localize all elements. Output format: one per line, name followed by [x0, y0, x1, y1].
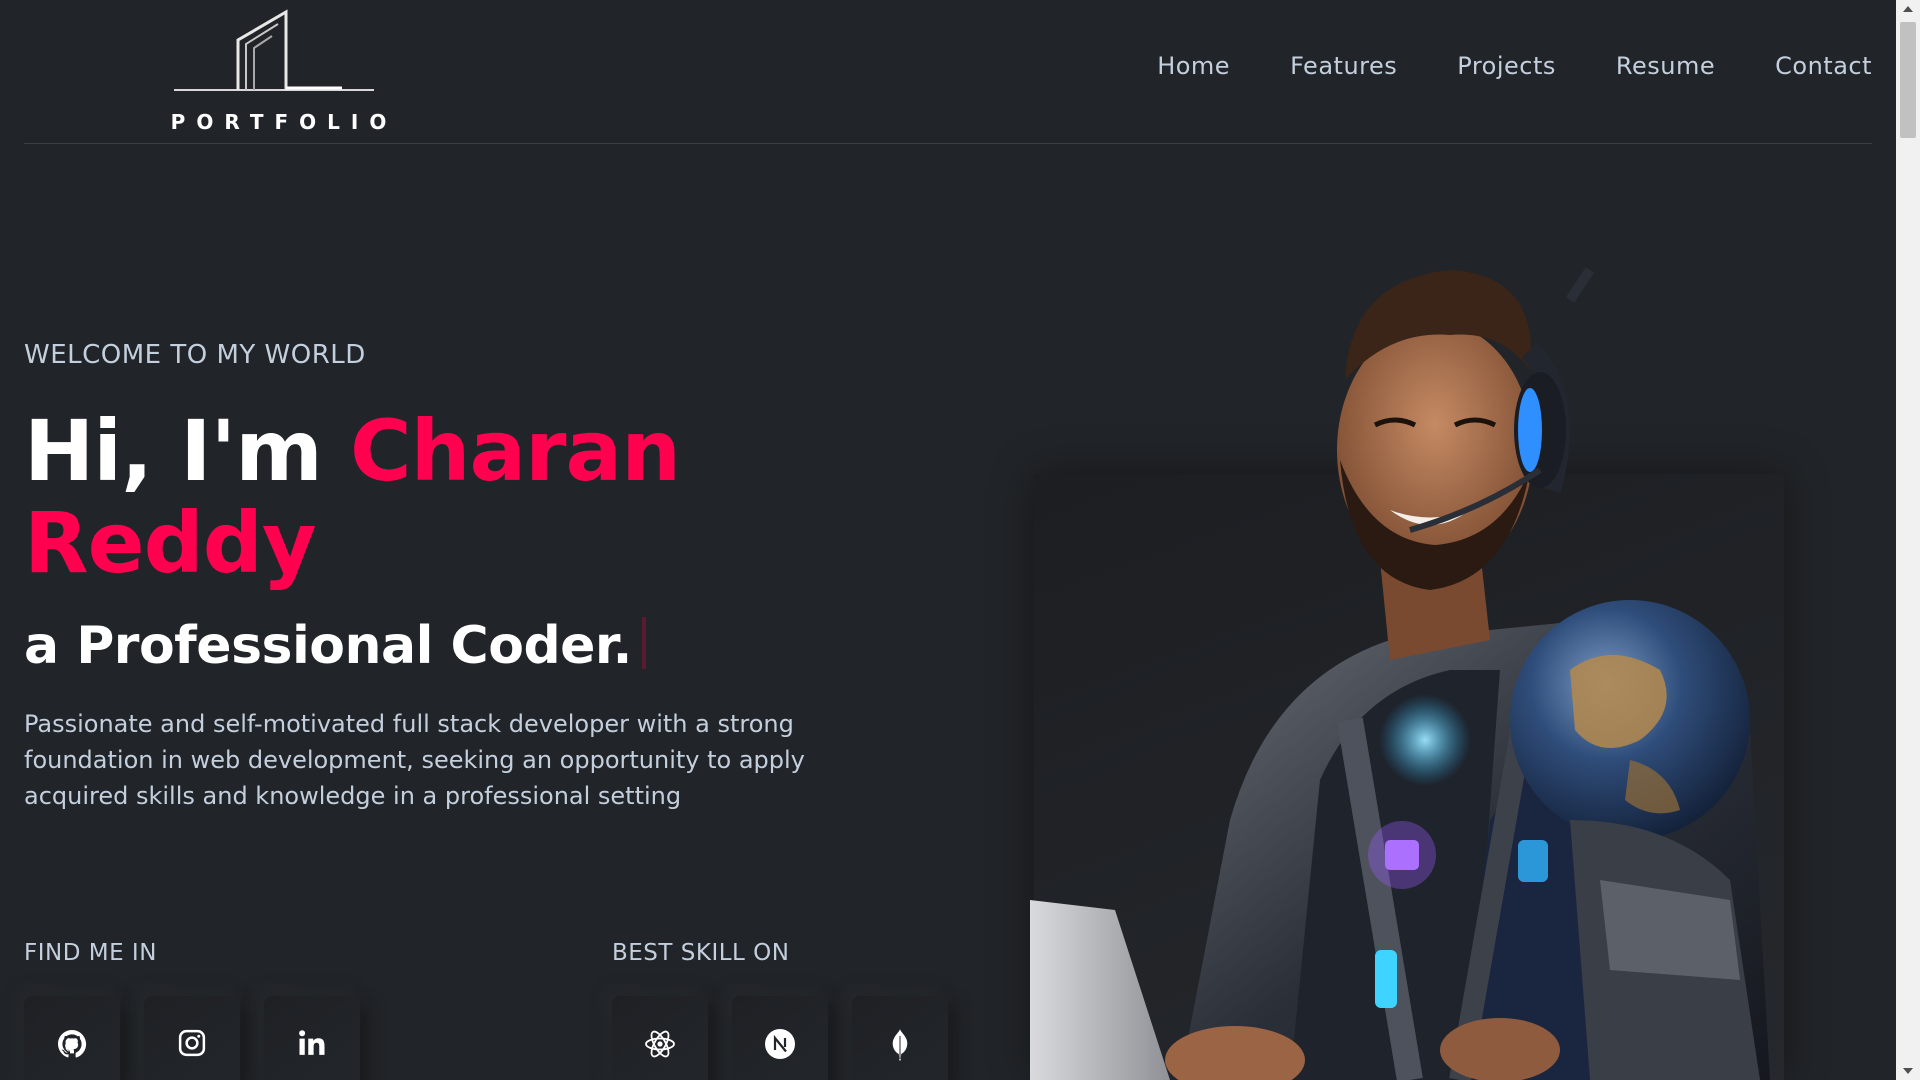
skill-icons	[612, 996, 948, 1080]
greeting-text: Hi, I'm	[24, 402, 350, 500]
typing-cursor	[641, 617, 646, 669]
nav-projects[interactable]: Projects	[1457, 52, 1556, 80]
instagram-icon	[178, 1029, 206, 1057]
portfolio-page: PORTFOLIO Home Features Projects Resume …	[0, 0, 1920, 1080]
social-links	[24, 996, 360, 1080]
nav-resume[interactable]: Resume	[1616, 52, 1715, 80]
mongodb-skill[interactable]	[852, 996, 948, 1080]
building-logo-icon	[174, 9, 374, 91]
nextjs-icon	[765, 1029, 795, 1059]
nav-home[interactable]: Home	[1157, 52, 1230, 80]
nav-features[interactable]: Features	[1290, 52, 1397, 80]
scroll-up-arrow-icon[interactable]	[1903, 6, 1913, 12]
nav-contact[interactable]: Contact	[1775, 52, 1872, 80]
linkedin-icon	[299, 1030, 325, 1055]
main-nav: Home Features Projects Resume Contact	[1097, 52, 1872, 80]
scroll-down-arrow-icon[interactable]	[1903, 1068, 1913, 1074]
hero-headline: Hi, I'm Charan Reddy	[24, 405, 784, 589]
instagram-button[interactable]	[144, 996, 240, 1080]
welcome-subtitle: WELCOME TO MY WORLD	[24, 340, 366, 370]
mongodb-icon	[892, 1029, 908, 1061]
role-typewriter: a Professional Coder.	[24, 616, 646, 676]
react-icon	[645, 1030, 675, 1058]
react-skill[interactable]	[612, 996, 708, 1080]
linkedin-button[interactable]	[264, 996, 360, 1080]
page-scrollbar[interactable]	[1896, 0, 1920, 1080]
hero-bio: Passionate and self-motivated full stack…	[24, 710, 805, 810]
scroll-thumb[interactable]	[1900, 22, 1916, 138]
best-skill-label: BEST SKILL ON	[612, 940, 790, 966]
github-icon	[58, 1030, 87, 1058]
nextjs-skill[interactable]	[732, 996, 828, 1080]
developer-avatar-image	[1030, 267, 1770, 1080]
find-me-label: FIND ME IN	[24, 940, 157, 966]
logo-text: PORTFOLIO	[170, 110, 398, 134]
site-header: PORTFOLIO Home Features Projects Resume …	[24, 0, 1872, 144]
github-button[interactable]	[24, 996, 120, 1080]
portfolio-logo[interactable]: PORTFOLIO	[154, 4, 404, 134]
role-text: a Professional Coder.	[24, 616, 632, 676]
